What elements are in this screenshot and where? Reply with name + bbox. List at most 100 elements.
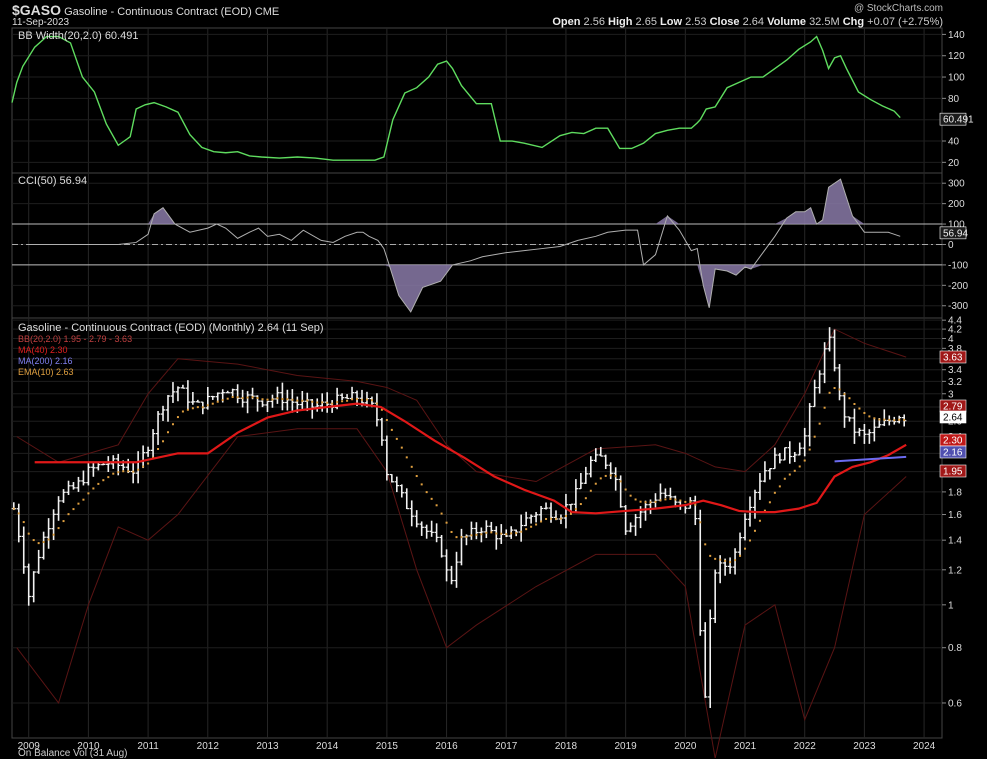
ema10-marker: [684, 500, 687, 503]
ema10-marker: [903, 418, 906, 421]
ema10-marker: [530, 525, 533, 528]
ema10-marker: [47, 538, 50, 541]
bbwidth-y-tick-label: 100: [948, 73, 965, 84]
cci-y-tick-label: -300: [948, 301, 968, 312]
x-tick-label: 2014: [316, 741, 339, 752]
ema10-marker: [639, 500, 642, 503]
ema10-marker: [400, 446, 403, 449]
series-layer: [11, 35, 942, 758]
ema10-marker: [505, 533, 508, 536]
ema10-marker: [385, 419, 388, 422]
ema10-marker: [425, 491, 428, 494]
bbwidth-y-tick-label: 80: [948, 94, 960, 105]
ema10-marker: [644, 501, 647, 504]
ema10-marker: [281, 398, 284, 401]
ema10-marker: [241, 397, 244, 400]
price-y-tick-label: 1: [948, 600, 954, 611]
ema10-marker: [609, 474, 612, 477]
ema10-marker: [271, 398, 274, 401]
bbwidth-y-tick-label: 40: [948, 137, 960, 148]
ema10-marker: [22, 521, 25, 524]
ema10-marker: [256, 397, 259, 400]
ema10-marker: [788, 473, 791, 476]
cci-y-tick-label: 200: [948, 199, 965, 210]
ema10-marker: [137, 468, 140, 471]
watermark: @ StockCharts.com: [853, 3, 943, 14]
ema10-marker: [813, 435, 816, 438]
price-value-tag: 2.64: [943, 413, 963, 424]
ema10-marker: [450, 530, 453, 533]
ema10-marker: [490, 531, 493, 534]
ema10-marker: [540, 520, 543, 523]
ema10-marker: [485, 531, 488, 534]
ema10-marker: [276, 397, 279, 400]
ema10-marker: [525, 528, 528, 531]
ema10-marker: [211, 402, 214, 405]
ema10-marker: [176, 416, 179, 419]
ema10-marker: [664, 498, 667, 501]
ema10-marker: [420, 483, 423, 486]
ema10-marker: [311, 400, 314, 403]
ema10-marker: [171, 423, 174, 426]
ema10-marker: [127, 470, 130, 473]
exchange: CME: [254, 6, 280, 18]
obv-label: On Balance Vol (31 Aug): [18, 748, 128, 759]
ema10-marker: [674, 498, 677, 501]
ema10-marker: [331, 402, 334, 405]
ema10-marker: [704, 543, 707, 546]
ma200-line: [834, 455, 907, 463]
ema10-marker: [893, 419, 896, 422]
ema10-marker: [52, 533, 55, 536]
grid-layer: [11, 27, 943, 739]
ema10-marker: [291, 398, 294, 401]
ema10-marker: [510, 532, 513, 535]
ema10-marker: [390, 428, 393, 431]
ema10-marker: [147, 462, 150, 465]
ema10-marker: [798, 465, 801, 468]
ema10-marker: [92, 487, 95, 490]
legend-bb: BB(20,2.0) 1.95 - 2.79 - 3.63: [18, 334, 133, 344]
price-y-tick-label: 4.4: [948, 316, 962, 327]
cci-overbought-fill: [28, 179, 901, 225]
ema10-marker: [858, 407, 861, 410]
ema10-marker: [739, 554, 742, 557]
ema10-marker: [17, 512, 20, 515]
ema10-marker: [724, 559, 727, 562]
ema10-marker: [266, 398, 269, 401]
ema10-marker: [848, 397, 851, 400]
ema10-marker: [535, 523, 538, 526]
cci-y-tick-label: 0: [948, 240, 954, 251]
legend-ma200: MA(200) 2.16: [18, 356, 73, 366]
ema10-marker: [97, 482, 100, 485]
bbwidth-y-tick-label: 20: [948, 158, 960, 169]
ema10-marker: [251, 396, 254, 399]
ema10-marker: [694, 503, 697, 506]
ema10-marker: [102, 479, 105, 482]
ema10-marker: [306, 399, 309, 402]
ema10-marker: [455, 536, 458, 539]
legend-ma40: MA(40) 2.30: [18, 345, 68, 355]
ema10-marker: [122, 470, 125, 473]
ema10-marker: [142, 465, 145, 468]
ema10-marker: [654, 500, 657, 503]
ema10-marker: [346, 399, 349, 402]
chg-value: +0.07 (+2.75%): [867, 16, 943, 28]
ema10-marker: [589, 489, 592, 492]
ema10-marker: [246, 396, 249, 399]
x-tick-label: 2013: [256, 741, 279, 752]
price-label: Gasoline - Continuous Contract (EOD) (Mo…: [18, 322, 324, 334]
price-legend: BB(20,2.0) 1.95 - 2.79 - 3.63 MA(40) 2.3…: [18, 334, 132, 378]
price-value-tag: 2.30: [943, 436, 963, 447]
ema10-marker: [500, 532, 503, 535]
ema10-marker: [818, 422, 821, 425]
cci-y-tick-label: -200: [948, 281, 968, 292]
ema10-marker: [594, 482, 597, 485]
ema10-marker: [236, 396, 239, 399]
ema10-marker: [629, 494, 632, 497]
ema10-marker: [430, 497, 433, 500]
ema10-marker: [863, 411, 866, 414]
chart-header: $GASO Gasoline - Continuous Contract (EO…: [12, 2, 279, 18]
ohlc-readout: Open 2.56 High 2.65 Low 2.53 Close 2.64 …: [552, 16, 943, 28]
x-tick-label: 2012: [197, 741, 220, 752]
x-tick-label: 2018: [555, 741, 578, 752]
